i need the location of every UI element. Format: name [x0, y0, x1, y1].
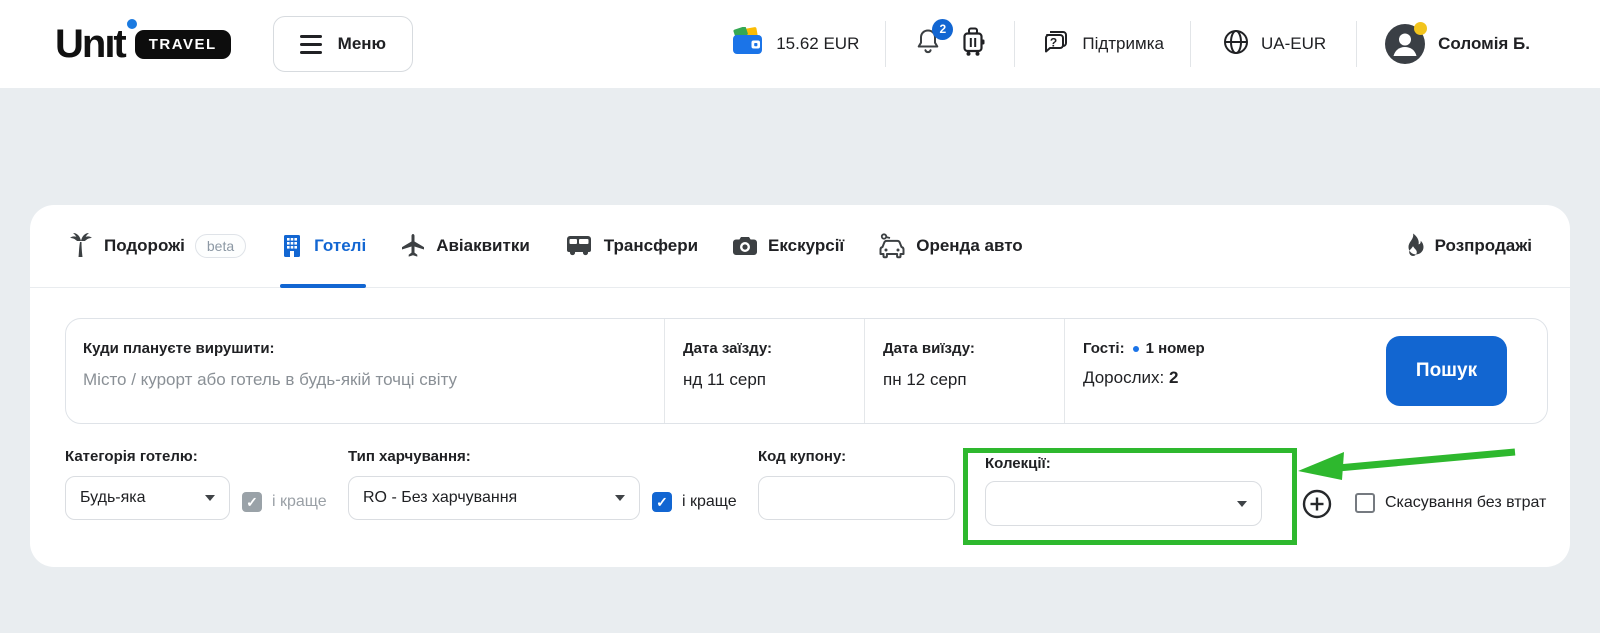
suitcase-icon — [960, 27, 986, 62]
bus-icon — [564, 233, 594, 259]
support-button[interactable]: ? Підтримка — [1041, 27, 1164, 62]
search-card: Подорожі beta Готелі Авіаквитк — [30, 205, 1570, 567]
tab-trips[interactable]: Подорожі beta — [68, 205, 246, 287]
plane-icon — [400, 233, 426, 259]
tab-sales[interactable]: Розпродажі — [1401, 205, 1532, 287]
top-header: Unıt TRAVEL Меню 15.62 EUR — [0, 0, 1600, 88]
brand-sub-badge: TRAVEL — [135, 30, 231, 59]
chevron-down-icon — [1237, 501, 1247, 507]
plus-circle-icon — [1302, 507, 1332, 522]
hotel-category-group: Категорія готелю: Будь-яка — [65, 448, 230, 520]
destination-input[interactable] — [83, 370, 643, 390]
adults-value: 2 — [1169, 368, 1178, 387]
tab-hotels[interactable]: Готелі — [280, 205, 366, 287]
destination-field[interactable]: Куди плануєте вирушити: — [66, 319, 664, 423]
hamburger-icon — [300, 35, 322, 54]
checkin-value: нд 11 серп — [683, 370, 864, 390]
add-filter-button[interactable] — [1302, 489, 1332, 519]
header-divider — [1014, 21, 1015, 67]
meal-type-select[interactable]: RO - Без харчування — [348, 476, 640, 520]
logo-dot — [127, 19, 137, 29]
destination-label: Куди плануєте вирушити: — [83, 340, 664, 357]
tab-flights[interactable]: Авіаквитки — [400, 205, 530, 287]
guests-rooms: 1 номер — [1146, 340, 1205, 357]
meal-better-label: і краще — [682, 493, 737, 511]
user-name: Соломія Б. — [1438, 34, 1530, 54]
filters-row: Категорія готелю: Будь-яка ✓ і краще Тип… — [30, 448, 1570, 556]
meal-type-value: RO - Без харчування — [363, 489, 615, 507]
notification-count-badge: 2 — [932, 19, 953, 40]
notifications-button[interactable]: 2 — [914, 27, 942, 62]
guests-label: Гості: — [1083, 340, 1125, 357]
checkbox-unchecked-icon — [1355, 493, 1375, 513]
checkin-label: Дата заїзду: — [683, 340, 864, 357]
coupon-input[interactable] — [758, 476, 955, 520]
hotel-search-bar: Куди плануєте вирушити: Дата заїзду: нд … — [65, 318, 1548, 424]
checkout-field[interactable]: Дата виїзду: пн 12 серп — [864, 319, 1064, 423]
meal-better-checkbox-group[interactable]: ✓ і краще — [652, 492, 737, 512]
wallet-balance: 15.62 EUR — [776, 34, 859, 54]
building-icon — [280, 233, 304, 259]
camera-icon — [732, 234, 758, 258]
coupon-label: Код купону: — [758, 448, 955, 465]
header-divider — [1356, 21, 1357, 67]
svg-text:?: ? — [1050, 35, 1057, 49]
brand-wordmark: Unıt — [55, 22, 125, 67]
guests-field[interactable]: Гості: 1 номер Дорослих: 2 — [1064, 319, 1301, 423]
wallet-button[interactable]: 15.62 EUR — [731, 27, 885, 62]
collections-select[interactable] — [985, 481, 1262, 526]
collections-label: Колекції: — [985, 455, 1051, 472]
support-chat-icon: ? — [1041, 27, 1071, 62]
checkout-value: пн 12 серп — [883, 370, 1064, 390]
hotel-category-value: Будь-яка — [80, 489, 205, 507]
chevron-down-icon — [205, 495, 215, 501]
presence-dot — [1414, 22, 1427, 35]
category-better-checkbox-group[interactable]: ✓ і краще — [242, 492, 327, 512]
product-tabs: Подорожі beta Готелі Авіаквитк — [30, 205, 1570, 288]
chevron-down-icon — [615, 495, 625, 501]
wallet-icon — [731, 27, 765, 62]
tab-transfers[interactable]: Трансфери — [564, 205, 698, 287]
tab-car-rental[interactable]: Оренда авто — [878, 205, 1022, 287]
category-better-label: і краще — [272, 493, 327, 511]
user-account-button[interactable]: Соломія Б. — [1385, 24, 1530, 64]
header-divider — [1190, 21, 1191, 67]
collections-highlight-box: Колекції: — [963, 448, 1297, 545]
car-key-icon — [878, 232, 906, 260]
checkbox-checked-icon: ✓ — [652, 492, 672, 512]
tab-excursions[interactable]: Екскурсії — [732, 205, 844, 287]
locale-label: UA-EUR — [1261, 34, 1326, 54]
brand-logo[interactable]: Unıt TRAVEL — [55, 22, 231, 67]
palm-icon — [68, 232, 94, 260]
free-cancellation-label: Скасування без втрат — [1385, 494, 1546, 512]
avatar — [1385, 24, 1425, 64]
globe-icon — [1221, 27, 1251, 62]
coupon-group: Код купону: — [758, 448, 955, 520]
hotel-category-label: Категорія готелю: — [65, 448, 230, 465]
menu-button[interactable]: Меню — [273, 16, 413, 72]
luggage-button[interactable] — [960, 27, 986, 62]
search-button[interactable]: Пошук — [1386, 336, 1507, 406]
free-cancellation-checkbox-group[interactable]: Скасування без втрат — [1355, 493, 1546, 513]
flame-icon — [1401, 232, 1425, 260]
header-divider — [885, 21, 886, 67]
meal-type-label: Тип харчування: — [348, 448, 640, 465]
adults-label: Дорослих: — [1083, 368, 1164, 387]
meal-type-group: Тип харчування: RO - Без харчування — [348, 448, 640, 520]
checkbox-checked-disabled-icon: ✓ — [242, 492, 262, 512]
locale-selector[interactable]: UA-EUR — [1221, 27, 1326, 62]
checkout-label: Дата виїзду: — [883, 340, 1064, 357]
guests-dot — [1133, 346, 1139, 352]
hotel-category-select[interactable]: Будь-яка — [65, 476, 230, 520]
checkin-field[interactable]: Дата заїзду: нд 11 серп — [664, 319, 864, 423]
beta-badge: beta — [195, 234, 246, 258]
